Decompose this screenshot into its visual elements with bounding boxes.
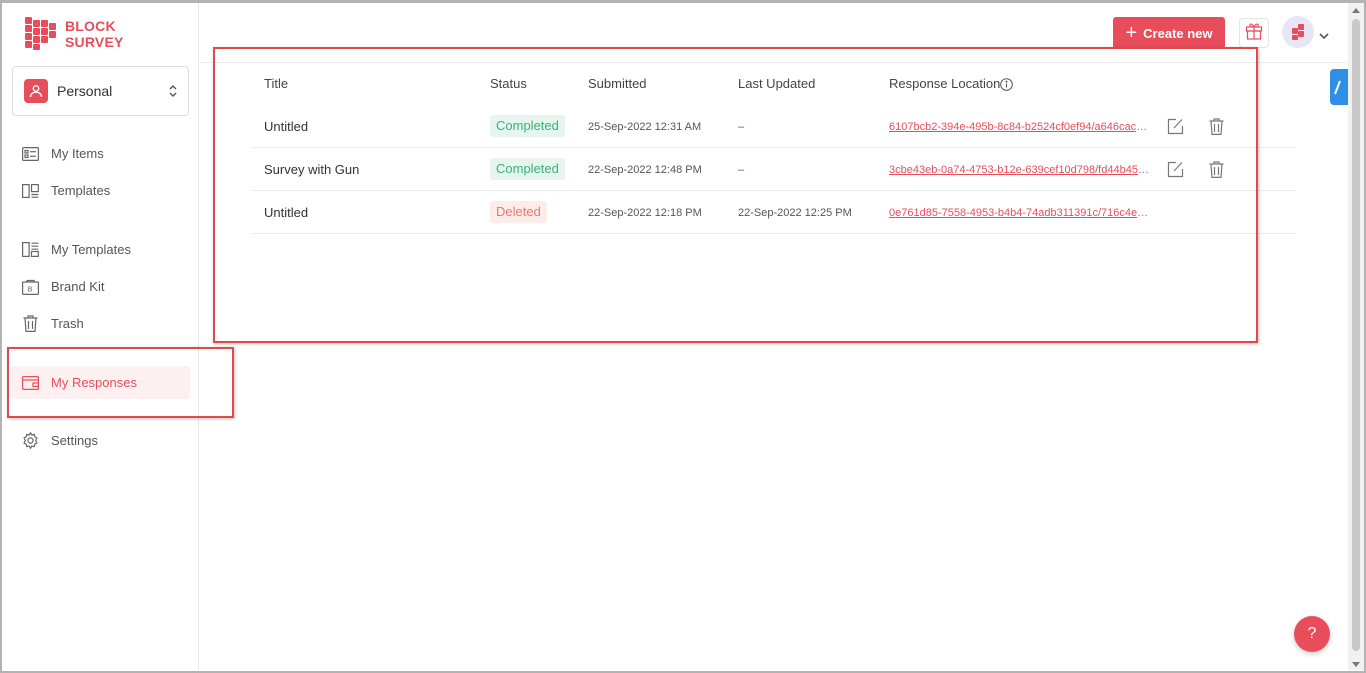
blocksurvey-logo-icon — [23, 17, 61, 51]
brand-kit-icon: B — [21, 278, 39, 296]
create-new-label: Create new — [1143, 25, 1213, 41]
my-templates-icon — [21, 241, 39, 259]
table-header: Title Status Submitted Last Updated Resp… — [252, 63, 1296, 105]
status-badge: Deleted — [490, 201, 547, 223]
row-submitted: 22-Sep-2022 12:18 PM — [588, 207, 702, 219]
info-icon[interactable] — [1000, 78, 1013, 94]
trash-icon — [21, 315, 39, 333]
gift-button[interactable] — [1239, 18, 1269, 48]
row-last-updated: – — [738, 164, 745, 176]
column-header-title: Title — [264, 76, 289, 91]
status-badge: Completed — [490, 158, 565, 180]
row-submitted: 25-Sep-2022 12:31 AM — [588, 121, 702, 133]
sidebar-item-settings[interactable]: Settings — [10, 424, 190, 457]
workspace-selector[interactable]: Personal — [12, 66, 189, 116]
sidebar-item-brand-kit[interactable]: B Brand Kit — [10, 270, 190, 303]
delete-icon[interactable] — [1207, 117, 1225, 135]
edit-icon[interactable] — [1166, 117, 1184, 135]
logo-text: BLOCK SURVEY — [65, 18, 124, 50]
sidebar-item-label: My Items — [51, 146, 104, 161]
scroll-thumb[interactable] — [1352, 19, 1360, 651]
sidebar-item-trash[interactable]: Trash — [10, 307, 190, 340]
avatar-logo-icon — [1292, 24, 1304, 40]
sidebar-item-label: My Responses — [51, 375, 137, 390]
row-title: Survey with Gun — [264, 162, 360, 177]
list-icon — [21, 145, 39, 163]
side-widget-tab[interactable] — [1330, 69, 1348, 105]
column-header-status: Status — [490, 76, 527, 91]
response-location-link[interactable]: 6107bcb2-394e-495b-8c84-b2524cf0ef94/a64… — [889, 121, 1151, 133]
gear-icon — [21, 432, 39, 450]
status-badge: Completed — [490, 115, 565, 137]
row-title: Untitled — [264, 205, 309, 220]
sidebar: BLOCK SURVEY Personal My Items Templates… — [3, 3, 199, 670]
top-header: + Create new — [200, 3, 1347, 63]
scroll-up-arrow-icon[interactable] — [1352, 8, 1360, 13]
table-row[interactable]: Untitled Completed 25-Sep-2022 12:31 AM … — [252, 105, 1296, 148]
row-submitted: 22-Sep-2022 12:48 PM — [588, 164, 702, 176]
chevron-down-icon[interactable] — [1319, 27, 1329, 45]
widget-arrow-icon — [1334, 80, 1341, 95]
column-header-response-location: Response Location — [889, 76, 1001, 91]
sidebar-item-label: Templates — [51, 183, 111, 198]
svg-text:B: B — [27, 285, 32, 293]
user-avatar[interactable] — [1282, 16, 1314, 48]
table-row[interactable]: Untitled Deleted 22-Sep-2022 12:18 PM 22… — [252, 191, 1296, 234]
column-header-last-updated: Last Updated — [738, 76, 816, 91]
templates-icon — [21, 182, 39, 200]
workspace-label: Personal — [57, 83, 113, 99]
sidebar-item-my-responses[interactable]: My Responses — [10, 366, 190, 399]
column-header-submitted: Submitted — [588, 76, 647, 91]
row-last-updated: – — [738, 121, 745, 133]
user-icon — [24, 79, 48, 103]
create-new-button[interactable]: + Create new — [1113, 17, 1225, 49]
sidebar-item-label: Settings — [51, 433, 98, 448]
scroll-down-arrow-icon[interactable] — [1352, 662, 1360, 667]
gift-icon — [1245, 22, 1263, 45]
sidebar-item-label: Brand Kit — [51, 279, 105, 294]
sidebar-item-templates[interactable]: Templates — [10, 174, 190, 207]
table-row[interactable]: Survey with Gun Completed 22-Sep-2022 12… — [252, 148, 1296, 191]
plus-icon: + — [1125, 22, 1138, 44]
responses-table: Title Status Submitted Last Updated Resp… — [252, 63, 1296, 234]
logo-line-2: SURVEY — [65, 34, 124, 50]
row-title: Untitled — [264, 119, 309, 134]
sidebar-item-my-items[interactable]: My Items — [10, 137, 190, 170]
delete-icon[interactable] — [1207, 160, 1225, 178]
edit-icon[interactable] — [1166, 160, 1184, 178]
response-location-link[interactable]: 3cbe43eb-0a74-4753-b12e-639cef10d798/fd4… — [889, 164, 1151, 176]
response-location-link[interactable]: 0e761d85-7558-4953-b4b4-74adb311391c/716… — [889, 207, 1151, 219]
sidebar-item-label: My Templates — [51, 242, 131, 257]
sidebar-item-label: Trash — [51, 316, 84, 331]
logo-line-1: BLOCK — [65, 18, 116, 34]
logo[interactable]: BLOCK SURVEY — [23, 17, 124, 51]
row-last-updated: 22-Sep-2022 12:25 PM — [738, 207, 852, 219]
scrollbar[interactable] — [1348, 3, 1364, 670]
sidebar-item-my-templates[interactable]: My Templates — [10, 233, 190, 266]
responses-wallet-icon — [21, 374, 39, 392]
chevron-updown-icon — [168, 84, 178, 103]
help-button[interactable]: ? — [1294, 616, 1330, 652]
